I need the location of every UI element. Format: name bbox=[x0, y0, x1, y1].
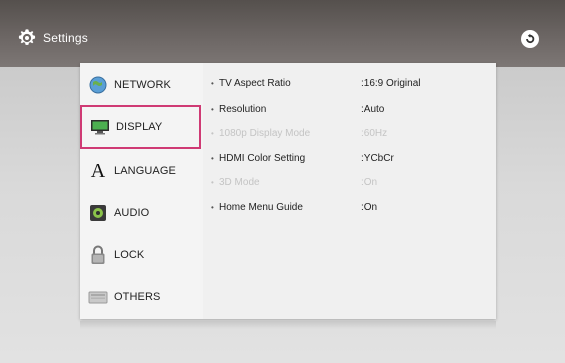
setting-label: HDMI Color Setting bbox=[219, 152, 306, 164]
setting-label: Resolution bbox=[219, 103, 267, 115]
gear-icon bbox=[18, 29, 36, 46]
setting-value: :16:9 Original bbox=[361, 77, 421, 89]
drive-icon bbox=[88, 287, 108, 307]
setting-value: :Auto bbox=[361, 103, 385, 115]
sidebar-item-label: NETWORK bbox=[114, 79, 171, 91]
globe-icon bbox=[88, 75, 108, 95]
bullet: • bbox=[211, 153, 214, 163]
setting-label: 3D Mode bbox=[219, 176, 260, 188]
sidebar-item-label: DISPLAY bbox=[116, 121, 163, 133]
panel-shadow bbox=[80, 321, 496, 329]
setting-1080p-display-mode: • 1080p Display Mode :60Hz bbox=[203, 122, 496, 144]
back-icon bbox=[526, 33, 535, 44]
setting-label: TV Aspect Ratio bbox=[219, 77, 291, 89]
sidebar-item-label: OTHERS bbox=[114, 291, 161, 303]
setting-3d-mode: • 3D Mode :On bbox=[203, 171, 496, 193]
setting-home-menu-guide[interactable]: • Home Menu Guide :On bbox=[203, 196, 496, 218]
setting-value: :YCbCr bbox=[361, 152, 394, 164]
back-button[interactable] bbox=[521, 30, 539, 48]
letter-a-icon: A bbox=[90, 159, 106, 182]
speaker-icon bbox=[88, 203, 108, 223]
settings-panel: NETWORK DISPLAY A LANGUAGE AUDIO LOCK OT… bbox=[80, 63, 496, 319]
setting-tv-aspect-ratio[interactable]: • TV Aspect Ratio :16:9 Original bbox=[203, 72, 496, 94]
settings-list: • TV Aspect Ratio :16:9 Original • Resol… bbox=[203, 63, 496, 319]
sidebar-item-display[interactable]: DISPLAY bbox=[80, 105, 201, 149]
page-header: Settings bbox=[16, 26, 88, 50]
bullet: • bbox=[211, 177, 214, 187]
setting-value: :60Hz bbox=[361, 127, 388, 139]
setting-resolution[interactable]: • Resolution :Auto bbox=[203, 98, 496, 120]
sidebar-item-label: LANGUAGE bbox=[114, 165, 176, 177]
setting-value: :On bbox=[361, 201, 378, 213]
sidebar-item-label: LOCK bbox=[114, 249, 145, 261]
setting-label: 1080p Display Mode bbox=[219, 127, 311, 139]
sidebar-item-language[interactable]: A LANGUAGE bbox=[80, 149, 203, 193]
bullet: • bbox=[211, 104, 214, 114]
sidebar-item-network[interactable]: NETWORK bbox=[80, 63, 203, 107]
setting-label: Home Menu Guide bbox=[219, 201, 303, 213]
category-sidebar: NETWORK DISPLAY A LANGUAGE AUDIO LOCK OT… bbox=[80, 63, 203, 319]
sidebar-item-others[interactable]: OTHERS bbox=[80, 275, 203, 319]
page-title: Settings bbox=[43, 31, 88, 45]
sidebar-item-label: AUDIO bbox=[114, 207, 150, 219]
setting-value: :On bbox=[361, 176, 378, 188]
sidebar-item-lock[interactable]: LOCK bbox=[80, 233, 203, 277]
bullet: • bbox=[211, 202, 214, 212]
padlock-icon bbox=[88, 245, 108, 265]
sidebar-item-audio[interactable]: AUDIO bbox=[80, 191, 203, 235]
bullet: • bbox=[211, 78, 214, 88]
bullet: • bbox=[211, 128, 214, 138]
setting-hdmi-color[interactable]: • HDMI Color Setting :YCbCr bbox=[203, 147, 496, 169]
monitor-icon bbox=[90, 117, 110, 137]
